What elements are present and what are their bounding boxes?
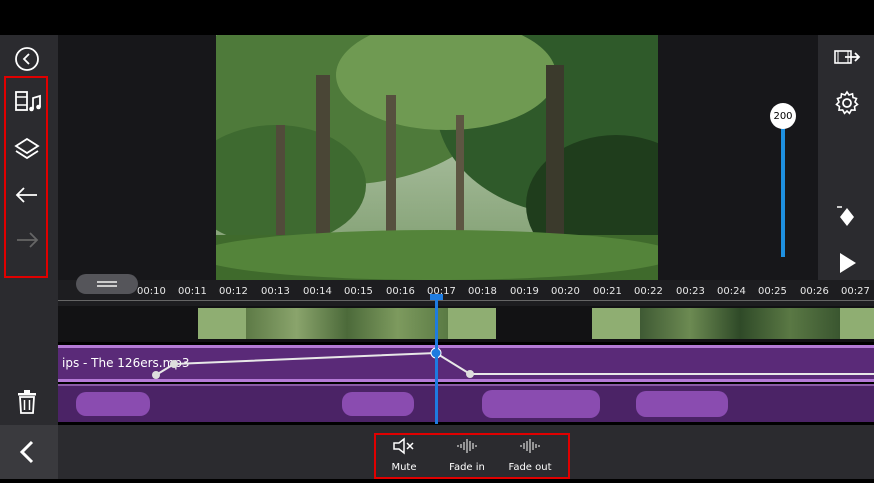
- time-label: 00:15: [344, 286, 373, 297]
- time-label: 00:10: [137, 286, 166, 297]
- transition-thumb: [448, 308, 496, 339]
- volume-envelope[interactable]: [58, 345, 874, 382]
- audio-track-waveform[interactable]: [58, 384, 874, 422]
- time-label: 00:27: [841, 286, 870, 297]
- transition-thumb: [198, 308, 246, 339]
- time-label: 00:26: [800, 286, 829, 297]
- export-icon[interactable]: [832, 44, 862, 70]
- back-button[interactable]: [0, 425, 58, 479]
- status-bar: [0, 0, 874, 35]
- time-label: 00:16: [386, 286, 415, 297]
- time-label: 00:20: [551, 286, 580, 297]
- timeline-drag-handle[interactable]: [76, 274, 138, 294]
- video-preview: [216, 35, 658, 280]
- time-label: 00:18: [468, 286, 497, 297]
- transition-thumb: [592, 308, 640, 339]
- playhead-cap: [430, 294, 443, 300]
- time-label: 00:14: [303, 286, 332, 297]
- time-label: 00:12: [219, 286, 248, 297]
- timeline-ruler[interactable]: 00:10 00:11 00:12 00:13 00:14 00:15 00:1…: [58, 274, 874, 306]
- playhead[interactable]: [435, 298, 438, 424]
- video-clip[interactable]: [640, 308, 840, 339]
- chevron-left-icon: [19, 440, 34, 464]
- time-label: 00:22: [634, 286, 663, 297]
- time-label: 00:21: [593, 286, 622, 297]
- time-label: 00:23: [676, 286, 705, 297]
- settings-icon[interactable]: [833, 89, 861, 117]
- video-track[interactable]: [58, 306, 874, 342]
- back-circle-icon[interactable]: [13, 45, 41, 73]
- right-toolbar: [818, 35, 874, 280]
- time-label: 00:24: [717, 286, 746, 297]
- volume-slider-track[interactable]: [781, 125, 785, 257]
- keyframe-icon[interactable]: [834, 203, 858, 231]
- video-clip[interactable]: [246, 308, 448, 339]
- volume-slider-handle[interactable]: 200: [770, 103, 796, 129]
- transition-thumb: [840, 308, 874, 339]
- audio-track[interactable]: ips - The 126ers.mp3: [58, 345, 874, 382]
- trash-icon[interactable]: [14, 388, 40, 416]
- time-label: 00:11: [178, 286, 207, 297]
- time-label: 00:25: [758, 286, 787, 297]
- highlight-audio-tools: [374, 433, 570, 479]
- highlight-left-tools: [4, 76, 48, 278]
- play-icon[interactable]: [835, 250, 859, 276]
- time-label: 00:13: [261, 286, 290, 297]
- time-label: 00:19: [510, 286, 539, 297]
